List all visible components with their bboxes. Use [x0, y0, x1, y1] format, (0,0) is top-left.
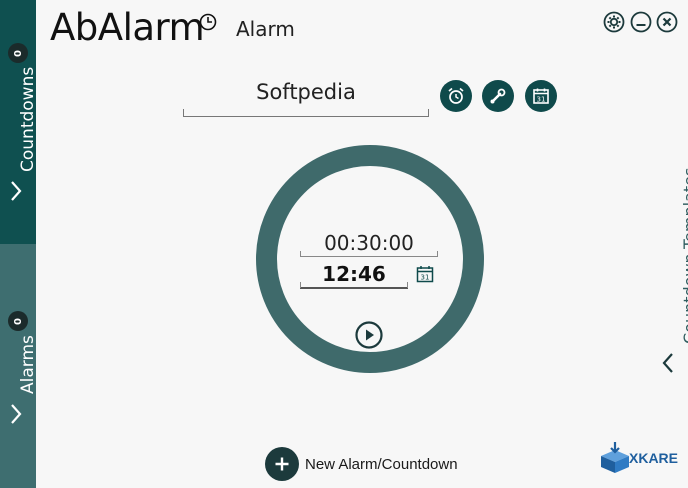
clock-icon — [199, 13, 217, 31]
tab-alarms-label: Alarms — [18, 335, 38, 394]
calendar-icon: 31 — [533, 88, 549, 104]
countdowns-count-badge: 0 — [8, 43, 28, 63]
chevron-left-icon[interactable] — [661, 352, 675, 374]
chevron-right-icon — [11, 181, 22, 201]
wrench-icon — [490, 88, 506, 104]
page-subtitle: Alarm — [236, 17, 295, 41]
svg-text:31: 31 — [421, 274, 430, 282]
countdown-templates-label[interactable]: Countdown-Templates — [680, 168, 688, 344]
sidebar: 0 Countdowns 0 Alarms — [0, 0, 38, 488]
chevron-right-icon — [11, 404, 22, 424]
alarms-count-badge: 0 — [8, 311, 28, 331]
tab-countdowns[interactable]: 0 Countdowns — [0, 0, 38, 244]
alarm-time-field[interactable]: 12:46 — [300, 262, 408, 289]
new-alarm-countdown-label: New Alarm/Countdown — [305, 455, 458, 473]
app-title: AbAlarm — [50, 6, 205, 49]
date-picker-icon[interactable]: 31 — [416, 265, 434, 283]
svg-text:31: 31 — [537, 96, 546, 104]
calendar-button[interactable]: 31 — [525, 80, 557, 112]
new-alarm-countdown-button[interactable]: New Alarm/Countdown — [265, 447, 458, 481]
plus-icon — [265, 447, 299, 481]
vendor-logo-text: XKARE — [629, 450, 679, 466]
gear-icon[interactable] — [603, 11, 625, 33]
alarm-clock-icon — [448, 87, 464, 104]
duration-field[interactable]: 00:30:00 — [300, 231, 438, 257]
minimize-icon[interactable] — [630, 11, 652, 33]
alarm-name-field[interactable]: Softpedia — [183, 80, 429, 117]
box-logo-icon — [601, 442, 629, 473]
tab-alarms[interactable]: 0 Alarms — [0, 244, 38, 488]
vendor-logo: XKARE — [597, 442, 678, 474]
tab-countdowns-label: Countdowns — [18, 66, 38, 172]
settings-button[interactable] — [482, 80, 514, 112]
close-icon[interactable] — [656, 11, 678, 33]
alarm-sound-button[interactable] — [440, 80, 472, 112]
play-button[interactable] — [355, 321, 383, 349]
